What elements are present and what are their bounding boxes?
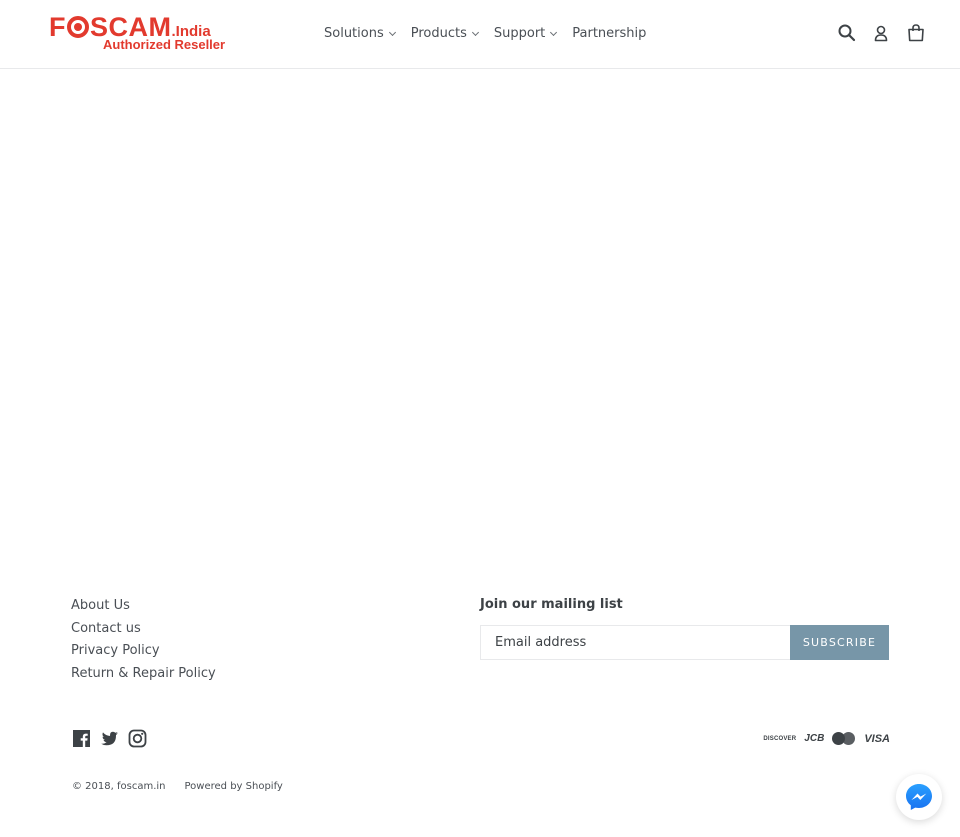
cart-icon[interactable] <box>905 22 927 44</box>
logo-letter-f: F <box>49 12 66 42</box>
mastercard-icon <box>832 731 856 746</box>
footer-link-about-us[interactable]: About Us <box>71 597 216 620</box>
nav-label: Partnership <box>572 25 647 41</box>
visa-icon: VISA <box>864 732 890 745</box>
social-links <box>72 729 147 748</box>
account-icon[interactable] <box>870 22 892 44</box>
logo-o-mark <box>67 16 89 38</box>
foscam-logo[interactable]: F SCAM.India Authorized Reseller <box>49 14 249 54</box>
nav-solutions[interactable]: Solutions <box>316 22 403 44</box>
nav-partnership[interactable]: Partnership <box>564 22 654 44</box>
chevron-down-icon <box>471 28 479 36</box>
logo-tagline: Authorized Reseller <box>103 37 226 52</box>
footer-link-return-repair-policy[interactable]: Return & Repair Policy <box>71 665 216 688</box>
email-input[interactable] <box>480 625 790 660</box>
nav-support[interactable]: Support <box>486 22 564 44</box>
copyright-bar: © 2018, foscam.in Powered by Shopify <box>72 781 283 792</box>
main-nav: Solutions Products Support Partnership <box>316 22 654 44</box>
instagram-icon[interactable] <box>128 729 147 748</box>
nav-label: Support <box>493 25 546 41</box>
messenger-chat-button[interactable] <box>896 774 942 820</box>
discover-icon: DISCOVER <box>763 735 797 742</box>
footer-link-privacy-policy[interactable]: Privacy Policy <box>71 642 216 665</box>
mailing-list-title: Join our mailing list <box>480 597 623 612</box>
powered-by-link[interactable]: Powered by Shopify <box>185 781 283 792</box>
twitter-icon[interactable] <box>100 729 119 748</box>
chevron-down-icon <box>550 28 558 36</box>
search-icon[interactable] <box>836 22 858 44</box>
jcb-icon: JCB <box>804 733 825 744</box>
payment-icons: DISCOVER JCB VISA <box>763 731 890 746</box>
footer-link-contact-us[interactable]: Contact us <box>71 620 216 643</box>
copyright-text[interactable]: © 2018, foscam.in <box>72 781 166 792</box>
messenger-icon <box>906 784 932 810</box>
facebook-icon[interactable] <box>72 729 91 748</box>
subscribe-button[interactable]: SUBSCRIBE <box>790 625 889 660</box>
footer-links: About Us Contact us Privacy Policy Retur… <box>71 597 216 687</box>
site-header: F SCAM.India Authorized Reseller Solution… <box>0 0 960 69</box>
nav-products[interactable]: Products <box>403 22 486 44</box>
nav-label: Solutions <box>324 25 384 41</box>
chevron-down-icon <box>388 28 396 36</box>
nav-label: Products <box>410 25 467 41</box>
